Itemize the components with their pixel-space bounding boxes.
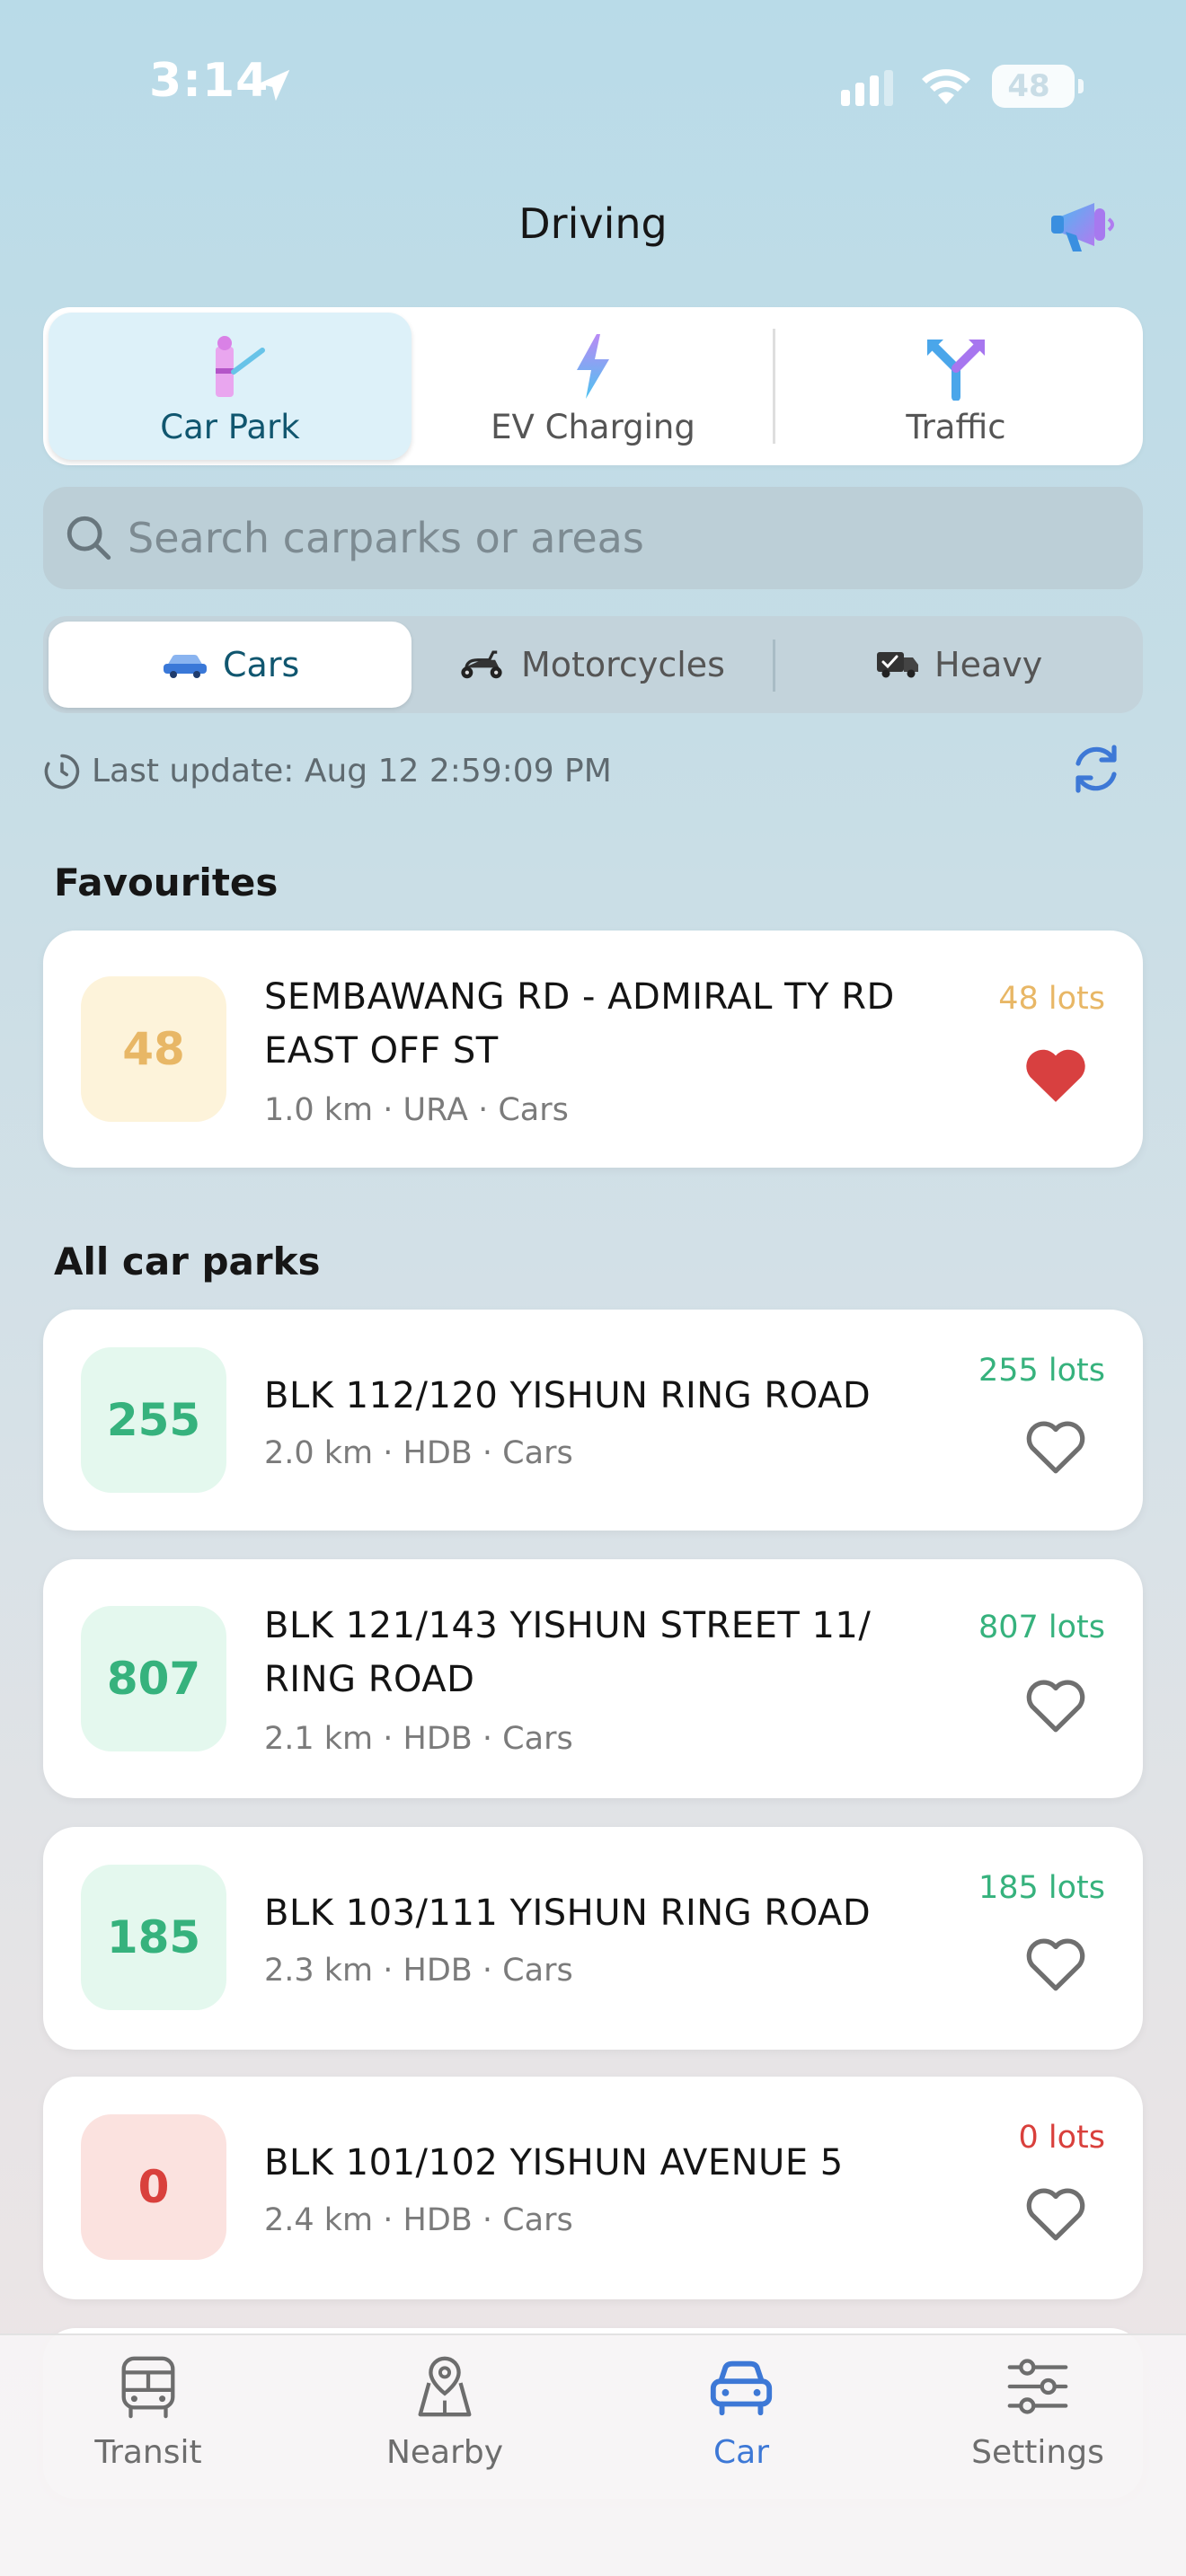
favourites-heading: Favourites	[54, 860, 279, 904]
megaphone-icon[interactable]	[1048, 189, 1123, 264]
tab-car-park[interactable]: Car Park	[49, 313, 412, 460]
fork-road-icon	[927, 340, 985, 401]
carpark-meta: 1.0 km · URA · Cars	[264, 1092, 569, 1128]
tab-label: Cars	[223, 645, 300, 684]
lots-count: 255 lots	[978, 1353, 1105, 1389]
lots-count: 185 lots	[978, 1870, 1105, 1906]
status-time: 3:14	[149, 54, 270, 108]
scooter-icon	[461, 650, 502, 679]
status-bar: 3:14 48	[0, 0, 1186, 171]
wifi-icon	[922, 69, 970, 104]
carpark-name: BLK 103/111 YISHUN RING ROAD	[264, 1892, 872, 1934]
carpark-card[interactable]: 185 BLK 103/111 YISHUN RING ROAD 2.3 km …	[43, 1827, 1143, 2050]
heart-outline-icon[interactable]	[1022, 1416, 1089, 1477]
carpark-name: SEMBAWANG RD - ADMIRAL TY RD EAST OFF ST	[264, 976, 895, 1072]
mode-tab-bar: Car Park EV Charging Traffic	[43, 307, 1143, 465]
carpark-meta: 2.3 km · HDB · Cars	[264, 1953, 573, 1989]
tab-car[interactable]: Car	[593, 2335, 890, 2506]
clock-icon	[44, 754, 80, 790]
carpark-meta: 2.4 km · HDB · Cars	[264, 2202, 573, 2238]
all-car-parks-heading: All car parks	[54, 1239, 321, 1284]
last-update-text: Last update: Aug 12 2:59:09 PM	[92, 753, 612, 790]
search-bar[interactable]	[43, 487, 1143, 589]
tab-ev-charging[interactable]: EV Charging	[412, 313, 774, 460]
tab-transit[interactable]: Transit	[0, 2335, 296, 2506]
carpark-meta: 2.1 km · HDB · Cars	[264, 1721, 573, 1757]
tab-motorcycles[interactable]: Motorcycles	[412, 622, 774, 708]
tab-settings[interactable]: Settings	[890, 2335, 1186, 2506]
sliders-icon	[1007, 2359, 1068, 2414]
availability-badge: 807	[81, 1606, 226, 1751]
tab-cars[interactable]: Cars	[49, 622, 412, 708]
battery-nub	[1078, 79, 1084, 93]
lightning-bolt-icon	[577, 334, 609, 399]
tab-label: Heavy	[934, 645, 1043, 684]
carpark-meta: 2.0 km · HDB · Cars	[264, 1435, 573, 1471]
bottom-tab-bar: Transit Nearby Car Settings	[0, 2333, 1186, 2576]
cellular-signal-icon	[841, 70, 893, 106]
heart-outline-icon[interactable]	[1022, 1674, 1089, 1735]
tab-label: Car	[713, 2434, 769, 2471]
location-arrow-icon	[258, 69, 290, 101]
battery-level: 48	[1007, 68, 1050, 104]
availability-badge: 255	[81, 1347, 226, 1493]
tab-label: Transit	[94, 2434, 202, 2471]
availability-badge: 0	[81, 2114, 226, 2260]
search-icon	[66, 516, 111, 560]
tab-label: Motorcycles	[521, 645, 725, 684]
lots-count: 807 lots	[978, 1610, 1105, 1645]
carpark-name: BLK 121/143 YISHUN STREET 11/ RING ROAD	[264, 1605, 872, 1700]
tab-traffic[interactable]: Traffic	[774, 313, 1137, 460]
carpark-card[interactable]: 807 BLK 121/143 YISHUN STREET 11/ RING R…	[43, 1559, 1143, 1798]
lots-count: 48 lots	[998, 981, 1105, 1017]
refresh-icon[interactable]	[1067, 740, 1125, 798]
carpark-card[interactable]: 48 SEMBAWANG RD - ADMIRAL TY RD EAST OFF…	[43, 931, 1143, 1168]
tab-heavy[interactable]: Heavy	[774, 622, 1137, 708]
tab-label: Traffic	[906, 408, 1006, 446]
tab-label: Nearby	[385, 2434, 504, 2471]
heart-outline-icon[interactable]	[1022, 1933, 1089, 1994]
carpark-name: BLK 101/102 YISHUN AVENUE 5	[264, 2142, 844, 2183]
vehicle-type-segmented-control: Cars Motorcycles Heavy	[43, 616, 1143, 713]
truck-icon	[877, 652, 918, 678]
heart-outline-icon[interactable]	[1022, 2183, 1089, 2244]
tab-label: EV Charging	[491, 408, 695, 446]
search-input[interactable]	[128, 508, 1116, 568]
map-pin-icon	[418, 2356, 472, 2417]
tab-label: Car Park	[160, 408, 300, 446]
page-title: Driving	[518, 199, 668, 248]
lots-count: 0 lots	[1018, 2120, 1106, 2156]
car-icon	[710, 2360, 773, 2416]
parking-barrier-icon	[216, 336, 265, 397]
carpark-card[interactable]: 255 BLK 112/120 YISHUN RING ROAD 2.0 km …	[43, 1310, 1143, 1531]
heart-filled-icon[interactable]	[1022, 1044, 1089, 1105]
tab-label: Settings	[971, 2434, 1104, 2471]
battery-indicator: 48	[992, 65, 1084, 108]
availability-badge: 48	[81, 976, 226, 1122]
carpark-name: BLK 112/120 YISHUN RING ROAD	[264, 1375, 872, 1416]
availability-badge: 185	[81, 1865, 226, 2010]
tab-nearby[interactable]: Nearby	[296, 2335, 593, 2506]
bus-icon	[121, 2356, 175, 2419]
carpark-card[interactable]: 0 BLK 101/102 YISHUN AVENUE 5 2.4 km · H…	[43, 2077, 1143, 2299]
car-icon	[164, 655, 207, 678]
